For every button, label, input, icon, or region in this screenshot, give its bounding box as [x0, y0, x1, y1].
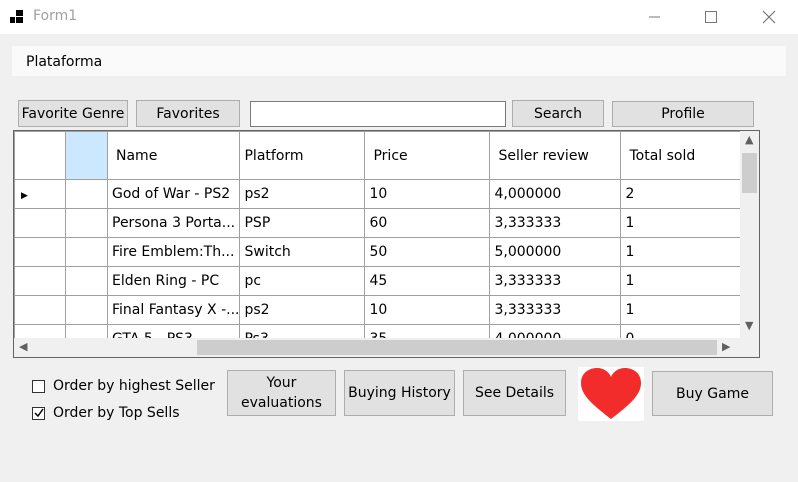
table-row[interactable]: Fire Emblem:Th... Switch 50 5,000000 1 [14, 237, 748, 267]
cell-blank[interactable] [65, 208, 108, 238]
column-header-platform[interactable]: Platform [239, 131, 366, 180]
see-details-button[interactable]: See Details [463, 370, 566, 416]
horizontal-scroll-thumb[interactable] [197, 340, 717, 355]
button-label-line1: Your [266, 375, 297, 391]
cell-name[interactable]: Final Fantasy X -... [106, 295, 241, 325]
cell-platform[interactable]: PSP [239, 208, 366, 238]
checkmark-icon [33, 408, 44, 418]
checkbox-label: Order by highest Seller [53, 378, 215, 394]
cell-price[interactable]: 45 [364, 266, 491, 296]
column-header-seller-review[interactable]: Seller review [489, 131, 622, 180]
cell-name[interactable]: God of War - PS2 [106, 179, 241, 209]
favorite-heart-button[interactable] [578, 367, 644, 421]
cell-blank[interactable] [65, 179, 108, 209]
cell-name[interactable]: Elden Ring - PC [106, 266, 241, 296]
favorites-button[interactable]: Favorites [136, 100, 240, 127]
row-header[interactable] [14, 208, 66, 238]
title-bar: Form1 [0, 0, 798, 34]
minimize-button[interactable] [632, 0, 678, 34]
current-row-icon: ▶ [21, 191, 28, 201]
table-row[interactable]: Elden Ring - PC pc 45 3,333333 1 [14, 266, 748, 296]
column-header-price[interactable]: Price [364, 131, 491, 180]
buy-game-button[interactable]: Buy Game [652, 371, 773, 416]
column-header-name[interactable]: Name [106, 131, 241, 180]
cell-name[interactable]: Fire Emblem:Th... [106, 237, 241, 267]
games-grid[interactable]: Name Platform Price Seller review Total … [13, 130, 760, 358]
row-header-corner [14, 131, 66, 180]
cell-platform[interactable]: Switch [239, 237, 366, 267]
column-header-total-sold[interactable]: Total sold [620, 131, 748, 180]
row-header[interactable] [14, 237, 66, 267]
cell-seller-review[interactable]: 3,333333 [489, 208, 622, 238]
favorite-genre-button[interactable]: Favorite Genre [18, 100, 128, 127]
column-header-blank[interactable] [65, 131, 108, 180]
cell-blank[interactable] [65, 295, 108, 325]
button-label-line2: evaluations [241, 395, 322, 411]
cell-platform[interactable]: ps2 [239, 295, 366, 325]
maximize-button[interactable] [688, 0, 734, 34]
search-input[interactable] [250, 101, 506, 127]
search-button[interactable]: Search [512, 100, 604, 127]
cell-total-sold[interactable]: 1 [620, 237, 748, 267]
cell-platform[interactable]: ps2 [239, 179, 366, 209]
cell-seller-review[interactable]: 3,333333 [489, 266, 622, 296]
checkbox-box[interactable] [32, 406, 45, 420]
cell-seller-review[interactable]: 5,000000 [489, 237, 622, 267]
checkbox-label: Order by Top Sells [53, 405, 180, 421]
scroll-right-icon[interactable]: ▶ [722, 340, 730, 353]
profile-button[interactable]: Profile [612, 101, 754, 127]
cell-price[interactable]: 50 [364, 237, 491, 267]
table-row[interactable]: Persona 3 Porta... PSP 60 3,333333 1 [14, 208, 748, 238]
vertical-scrollbar[interactable]: ▲ ▼ [740, 131, 759, 339]
cell-total-sold[interactable]: 1 [620, 266, 748, 296]
cell-seller-review[interactable]: 3,333333 [489, 295, 622, 325]
cell-total-sold[interactable]: 1 [620, 208, 748, 238]
cell-price[interactable]: 60 [364, 208, 491, 238]
cell-price[interactable]: 10 [364, 179, 491, 209]
order-by-top-sells-checkbox[interactable]: Order by Top Sells [32, 405, 180, 421]
cell-total-sold[interactable]: 1 [620, 295, 748, 325]
scroll-left-icon[interactable]: ◀ [19, 340, 27, 353]
cell-price[interactable]: 10 [364, 295, 491, 325]
grid-table: Name Platform Price Seller review Total … [14, 131, 748, 354]
grid-header-row: Name Platform Price Seller review Total … [14, 131, 748, 180]
menu-item-plataforma[interactable]: Plataforma [26, 54, 102, 70]
cell-platform[interactable]: pc [239, 266, 366, 296]
minimize-icon [649, 16, 660, 18]
order-by-seller-checkbox[interactable]: Order by highest Seller [32, 378, 215, 394]
cell-blank[interactable] [65, 266, 108, 296]
cell-seller-review[interactable]: 4,000000 [489, 179, 622, 209]
row-header[interactable]: ▶ [14, 179, 66, 209]
window-title: Form1 [33, 8, 78, 24]
buying-history-button[interactable]: Buying History [344, 370, 455, 416]
cell-blank[interactable] [65, 237, 108, 267]
heart-icon [581, 368, 641, 419]
menu-strip: Plataforma [12, 46, 786, 76]
cell-name[interactable]: Persona 3 Porta... [106, 208, 241, 238]
scroll-down-icon[interactable]: ▼ [745, 319, 753, 332]
close-button[interactable] [746, 0, 792, 34]
table-row[interactable]: ▶ God of War - PS2 ps2 10 4,000000 2 [14, 179, 748, 209]
your-evaluations-button[interactable]: Your evaluations [227, 370, 336, 416]
vertical-scroll-thumb[interactable] [742, 153, 757, 193]
cell-total-sold[interactable]: 2 [620, 179, 748, 209]
checkbox-box[interactable] [32, 379, 45, 393]
row-header[interactable] [14, 266, 66, 296]
scroll-up-icon[interactable]: ▲ [745, 133, 753, 146]
maximize-icon [705, 11, 717, 23]
app-icon [10, 10, 24, 24]
horizontal-scrollbar[interactable]: ◀ ▶ [14, 338, 759, 357]
close-icon [762, 10, 776, 24]
row-header[interactable] [14, 295, 66, 325]
table-row[interactable]: Final Fantasy X -... ps2 10 3,333333 1 [14, 295, 748, 325]
